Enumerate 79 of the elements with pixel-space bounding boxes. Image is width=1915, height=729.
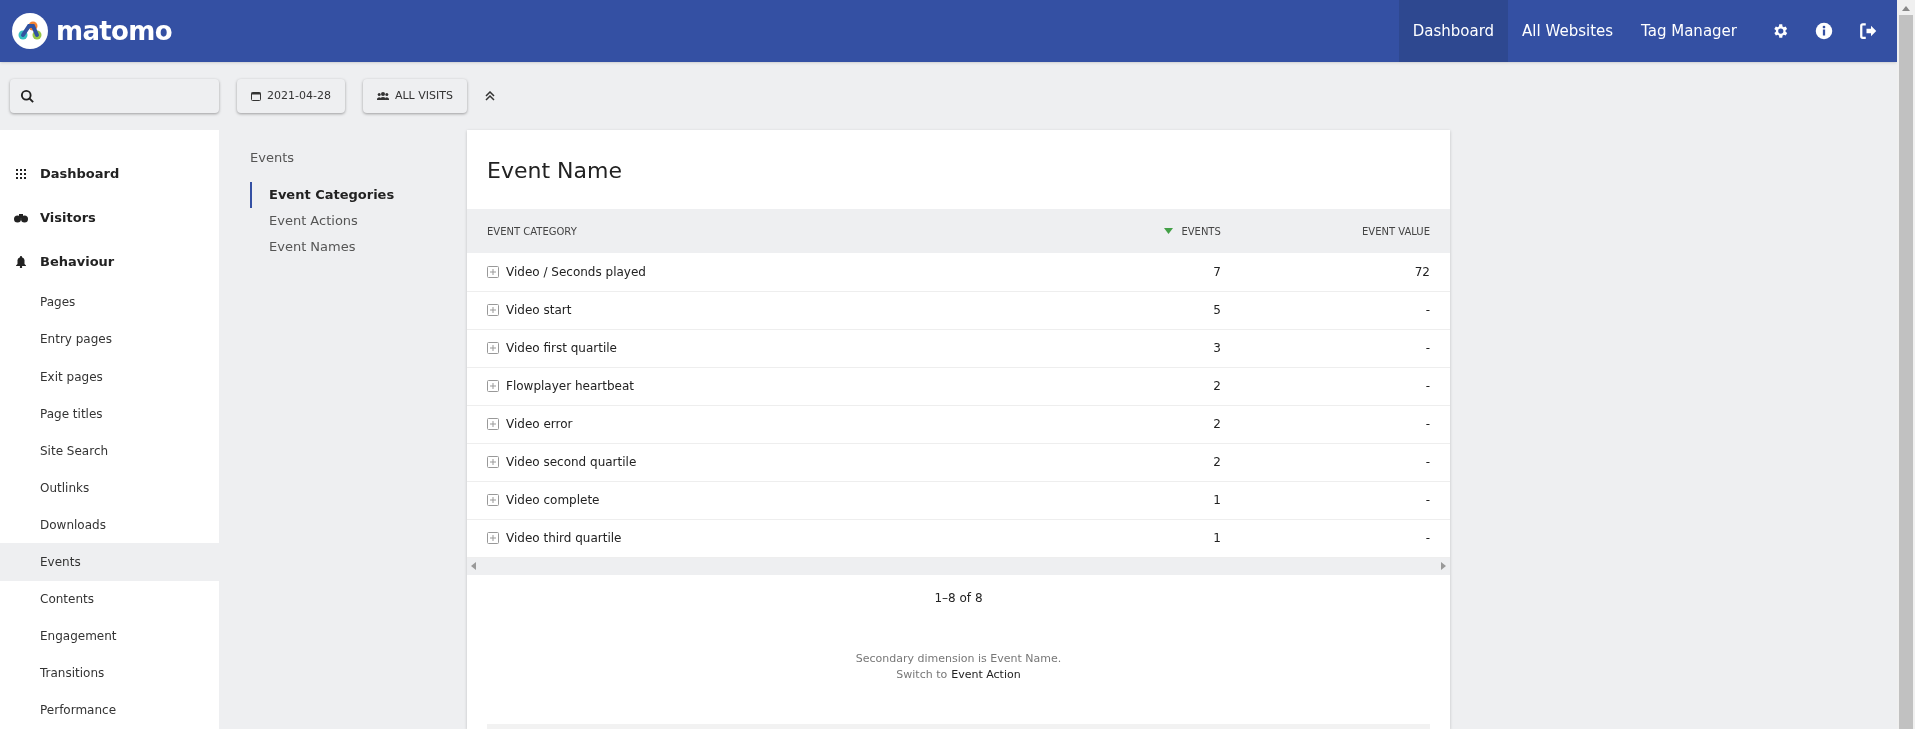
sidebar-item[interactable]: Performance (0, 691, 219, 729)
subnav-link[interactable]: Event Actions (250, 207, 467, 234)
sidebar-item[interactable]: Downloads (0, 506, 219, 544)
sidebar-item[interactable]: Transitions (0, 654, 219, 692)
table-cell: - (1425, 493, 1430, 507)
table-cell-text: Video complete (506, 492, 600, 509)
users-icon (376, 92, 389, 100)
sidebar-item[interactable]: Exit pages (0, 358, 219, 396)
sidebar-section[interactable]: Behaviour (0, 239, 219, 284)
switch-label: Switch to (896, 667, 948, 683)
sidebar-item[interactable]: Site Search (0, 432, 219, 470)
expand-icon[interactable] (487, 532, 499, 544)
table-cell: 2 (1213, 455, 1221, 469)
sign-out-icon[interactable] (1859, 22, 1877, 40)
column-header[interactable]: EVENT CATEGORY (467, 209, 925, 253)
table-cell: - (1425, 341, 1430, 355)
nav-link[interactable]: All Websites (1508, 0, 1628, 62)
scroll-left-icon[interactable] (471, 562, 476, 570)
subnav-link[interactable]: Event Names (250, 233, 467, 260)
pagination-text: 1–8 of 8 (933, 589, 984, 607)
table-cell: - (1425, 417, 1430, 431)
binoculars-icon (14, 212, 28, 223)
table-cell: 2 (1213, 417, 1221, 431)
table-cell-text: Video second quartile (506, 454, 637, 471)
bell-icon (16, 255, 26, 268)
expand-icon[interactable] (487, 265, 499, 278)
table-cell: 5 (1213, 303, 1221, 317)
table-cell: 7 (1213, 264, 1221, 279)
calendar-icon (251, 91, 261, 101)
column-header[interactable]: EVENTS (924, 209, 1225, 253)
table-cell: 72 (1414, 264, 1430, 279)
search-icon (20, 88, 35, 104)
expand-icon[interactable] (487, 418, 499, 430)
sidebar-section[interactable]: Dashboard (0, 152, 219, 196)
subnav-title: Events (250, 149, 295, 167)
search-field[interactable] (10, 79, 219, 113)
secondary-dimension-text: Secondary dimension is Event Name. (855, 650, 1062, 667)
column-header[interactable]: EVENT VALUE (1224, 209, 1450, 253)
table-cell-text: Video / Seconds played (506, 263, 646, 281)
expand-icon[interactable] (487, 494, 499, 506)
info-icon[interactable] (1815, 22, 1833, 40)
sidebar-item[interactable]: Contents (0, 580, 219, 618)
nav-link[interactable]: Dashboard (1398, 0, 1509, 62)
table-cell-text: Video start (506, 302, 572, 319)
expand-icon[interactable] (487, 304, 499, 316)
logo-text: matomo (56, 14, 172, 48)
table-cell-text: Video first quartile (506, 340, 617, 357)
sidebar-item[interactable]: Pages (0, 283, 219, 321)
table-cell-text: Flowplayer heartbeat (506, 378, 634, 395)
sidebar-item[interactable]: Outlinks (0, 469, 219, 507)
expand-icon[interactable] (487, 380, 499, 392)
logo-icon (12, 13, 48, 49)
sidebar-item[interactable]: Events (0, 543, 219, 581)
sidebar-item[interactable]: Page titles (0, 395, 219, 433)
nav-link[interactable]: Tag Manager (1627, 0, 1751, 62)
table-cell: - (1425, 455, 1430, 469)
table-cell-text: Video error (506, 416, 573, 433)
table-cell: 2 (1213, 379, 1221, 393)
table-cell: 1 (1213, 531, 1221, 545)
collapse-icon[interactable] (484, 91, 495, 101)
sidebar-section[interactable]: Visitors (0, 195, 219, 240)
table-cell: - (1425, 303, 1430, 317)
expand-icon[interactable] (487, 342, 499, 354)
table-cell: 3 (1213, 341, 1221, 355)
table-cell: - (1425, 379, 1430, 393)
table-cell-text: Video third quartile (506, 530, 622, 547)
scrollbar-thumb[interactable] (1899, 15, 1913, 729)
scroll-right-icon[interactable] (1441, 562, 1446, 570)
scroll-up-icon[interactable] (1902, 6, 1910, 11)
grid-icon (16, 168, 26, 179)
segment-button[interactable]: ALL VISITS (362, 79, 467, 113)
switch-link[interactable]: Event Action (951, 667, 1021, 684)
expand-icon[interactable] (487, 456, 499, 468)
sidebar-item[interactable]: Entry pages (0, 320, 219, 358)
table-cell: 1 (1213, 493, 1221, 507)
table-cell: - (1425, 531, 1430, 545)
sidebar-item[interactable]: Engagement (0, 617, 219, 655)
report-title: Event Name (486, 157, 623, 185)
date-button[interactable]: 2021-04-28 (237, 79, 345, 113)
